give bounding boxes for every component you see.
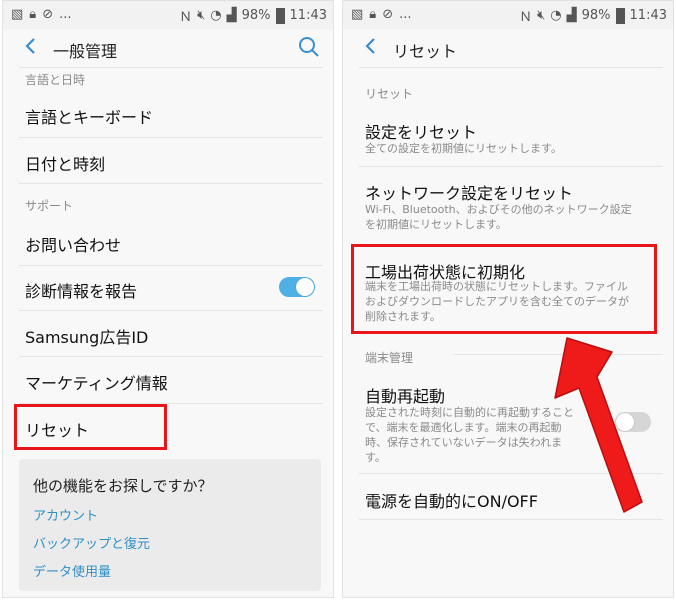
nfc-icon: Ｎ <box>179 10 193 25</box>
menu-item-language-keyboard[interactable]: 言語とキーボード <box>25 104 153 128</box>
mute-icon: 🔇︎ <box>197 8 206 23</box>
block-icon: ⊘ <box>42 7 54 22</box>
more-dots-icon: ... <box>59 7 72 22</box>
item-description: 全ての設定を初期値にリセットします。 <box>365 142 562 155</box>
wifi-icon: ◔ <box>210 8 222 23</box>
page-title: 一般管理 <box>53 42 118 61</box>
item-description: 時、保存されていないデータは失われま <box>365 436 563 449</box>
divider <box>19 137 323 138</box>
highlight-box-reset <box>14 404 167 450</box>
search-icon <box>299 37 319 57</box>
app-header: リセット <box>343 29 673 67</box>
signal-icon: ▟ <box>566 8 577 23</box>
link-backup-restore[interactable]: バックアップと復元 <box>33 533 150 552</box>
reset-screen: ▧ 🔒︎ ⊘ ... Ｎ 🔇︎ ◔ ▟ 98% 11:43 リセット リセット … <box>342 0 674 598</box>
section-header-device-management: 端末管理 <box>365 351 414 365</box>
image-icon: ▧ <box>11 7 24 22</box>
battery-percent: 98% <box>581 8 611 23</box>
clock: 11:43 <box>629 8 667 23</box>
divider <box>19 265 323 266</box>
menu-item-date-time[interactable]: 日付と時刻 <box>25 151 105 175</box>
divider <box>359 166 663 167</box>
divider <box>453 354 663 355</box>
item-description: 設定された時刻に自動的に再起動すること <box>365 406 574 419</box>
battery-icon <box>275 7 285 24</box>
item-description: す。 <box>365 451 386 464</box>
image-icon: ▧ <box>351 7 364 22</box>
signal-icon: ▟ <box>226 8 237 23</box>
page-title: リセット <box>393 42 458 61</box>
menu-item-samsung-ad-id[interactable]: Samsung広告ID <box>25 324 148 348</box>
diagnostics-toggle[interactable] <box>279 277 315 297</box>
status-bar: ▧ 🔒︎ ⊘ ... Ｎ 🔇︎ ◔ ▟ 98% 11:43 <box>3 1 333 29</box>
search-button[interactable] <box>297 35 321 59</box>
lock-icon: 🔒︎ <box>369 7 377 22</box>
link-account[interactable]: アカウント <box>33 505 98 524</box>
menu-item-auto-power-on-off[interactable]: 電源を自動的にON/OFF <box>365 488 538 512</box>
status-bar: ▧ 🔒︎ ⊘ ... Ｎ 🔇︎ ◔ ▟ 98% 11:43 <box>343 1 673 29</box>
item-description: で、端末を最適化します。端末の再起動 <box>365 421 562 434</box>
clock: 11:43 <box>289 8 327 23</box>
highlight-box-factory-reset <box>351 244 657 334</box>
nfc-icon: Ｎ <box>519 10 533 25</box>
divider <box>359 67 663 68</box>
section-header-language-datetime: 言語と日時 <box>25 73 86 87</box>
divider <box>19 67 323 68</box>
item-title: 自動再起動 <box>365 387 446 406</box>
link-data-usage[interactable]: データ使用量 <box>33 561 111 580</box>
item-title: 設定をリセット <box>365 123 478 142</box>
divider <box>19 356 323 357</box>
section-header-support: サポート <box>25 199 74 213</box>
chevron-left-icon <box>25 38 35 54</box>
menu-item-marketing[interactable]: マーケティング情報 <box>25 370 168 394</box>
divider <box>359 519 663 520</box>
item-description: Wi-Fi、Bluetooth、およびその他のネットワーク設定 <box>365 203 632 216</box>
back-button[interactable] <box>19 31 43 61</box>
item-title: ネットワーク設定をリセット <box>365 184 574 203</box>
back-button[interactable] <box>359 31 383 61</box>
auto-restart-toggle[interactable] <box>615 412 651 432</box>
wifi-icon: ◔ <box>550 8 562 23</box>
menu-item-diagnostics[interactable]: 診断情報を報告 <box>25 278 137 302</box>
toggle-knob <box>616 413 634 431</box>
related-features-card: 他の機能をお探しですか？ アカウント バックアップと復元 データ使用量 <box>19 459 321 591</box>
section-header-reset: リセット <box>365 87 414 101</box>
divider <box>19 310 323 311</box>
divider <box>19 183 323 184</box>
general-management-screen: ▧ 🔒︎ ⊘ ... Ｎ 🔇︎ ◔ ▟ 98% 11:43 一般管理 言語と日時… <box>2 0 334 598</box>
item-description: を初期値にリセットします。 <box>365 218 507 231</box>
toggle-knob <box>296 278 314 296</box>
mute-icon: 🔇︎ <box>537 8 546 23</box>
battery-icon <box>615 7 625 24</box>
divider <box>359 473 663 474</box>
menu-item-contact[interactable]: お問い合わせ <box>25 232 121 256</box>
more-dots-icon: ... <box>399 7 412 22</box>
block-icon: ⊘ <box>382 7 394 22</box>
chevron-left-icon <box>365 38 375 54</box>
app-header: 一般管理 <box>3 29 333 67</box>
lock-icon: 🔒︎ <box>29 7 37 22</box>
battery-percent: 98% <box>241 8 271 23</box>
card-title: 他の機能をお探しですか？ <box>33 477 213 495</box>
